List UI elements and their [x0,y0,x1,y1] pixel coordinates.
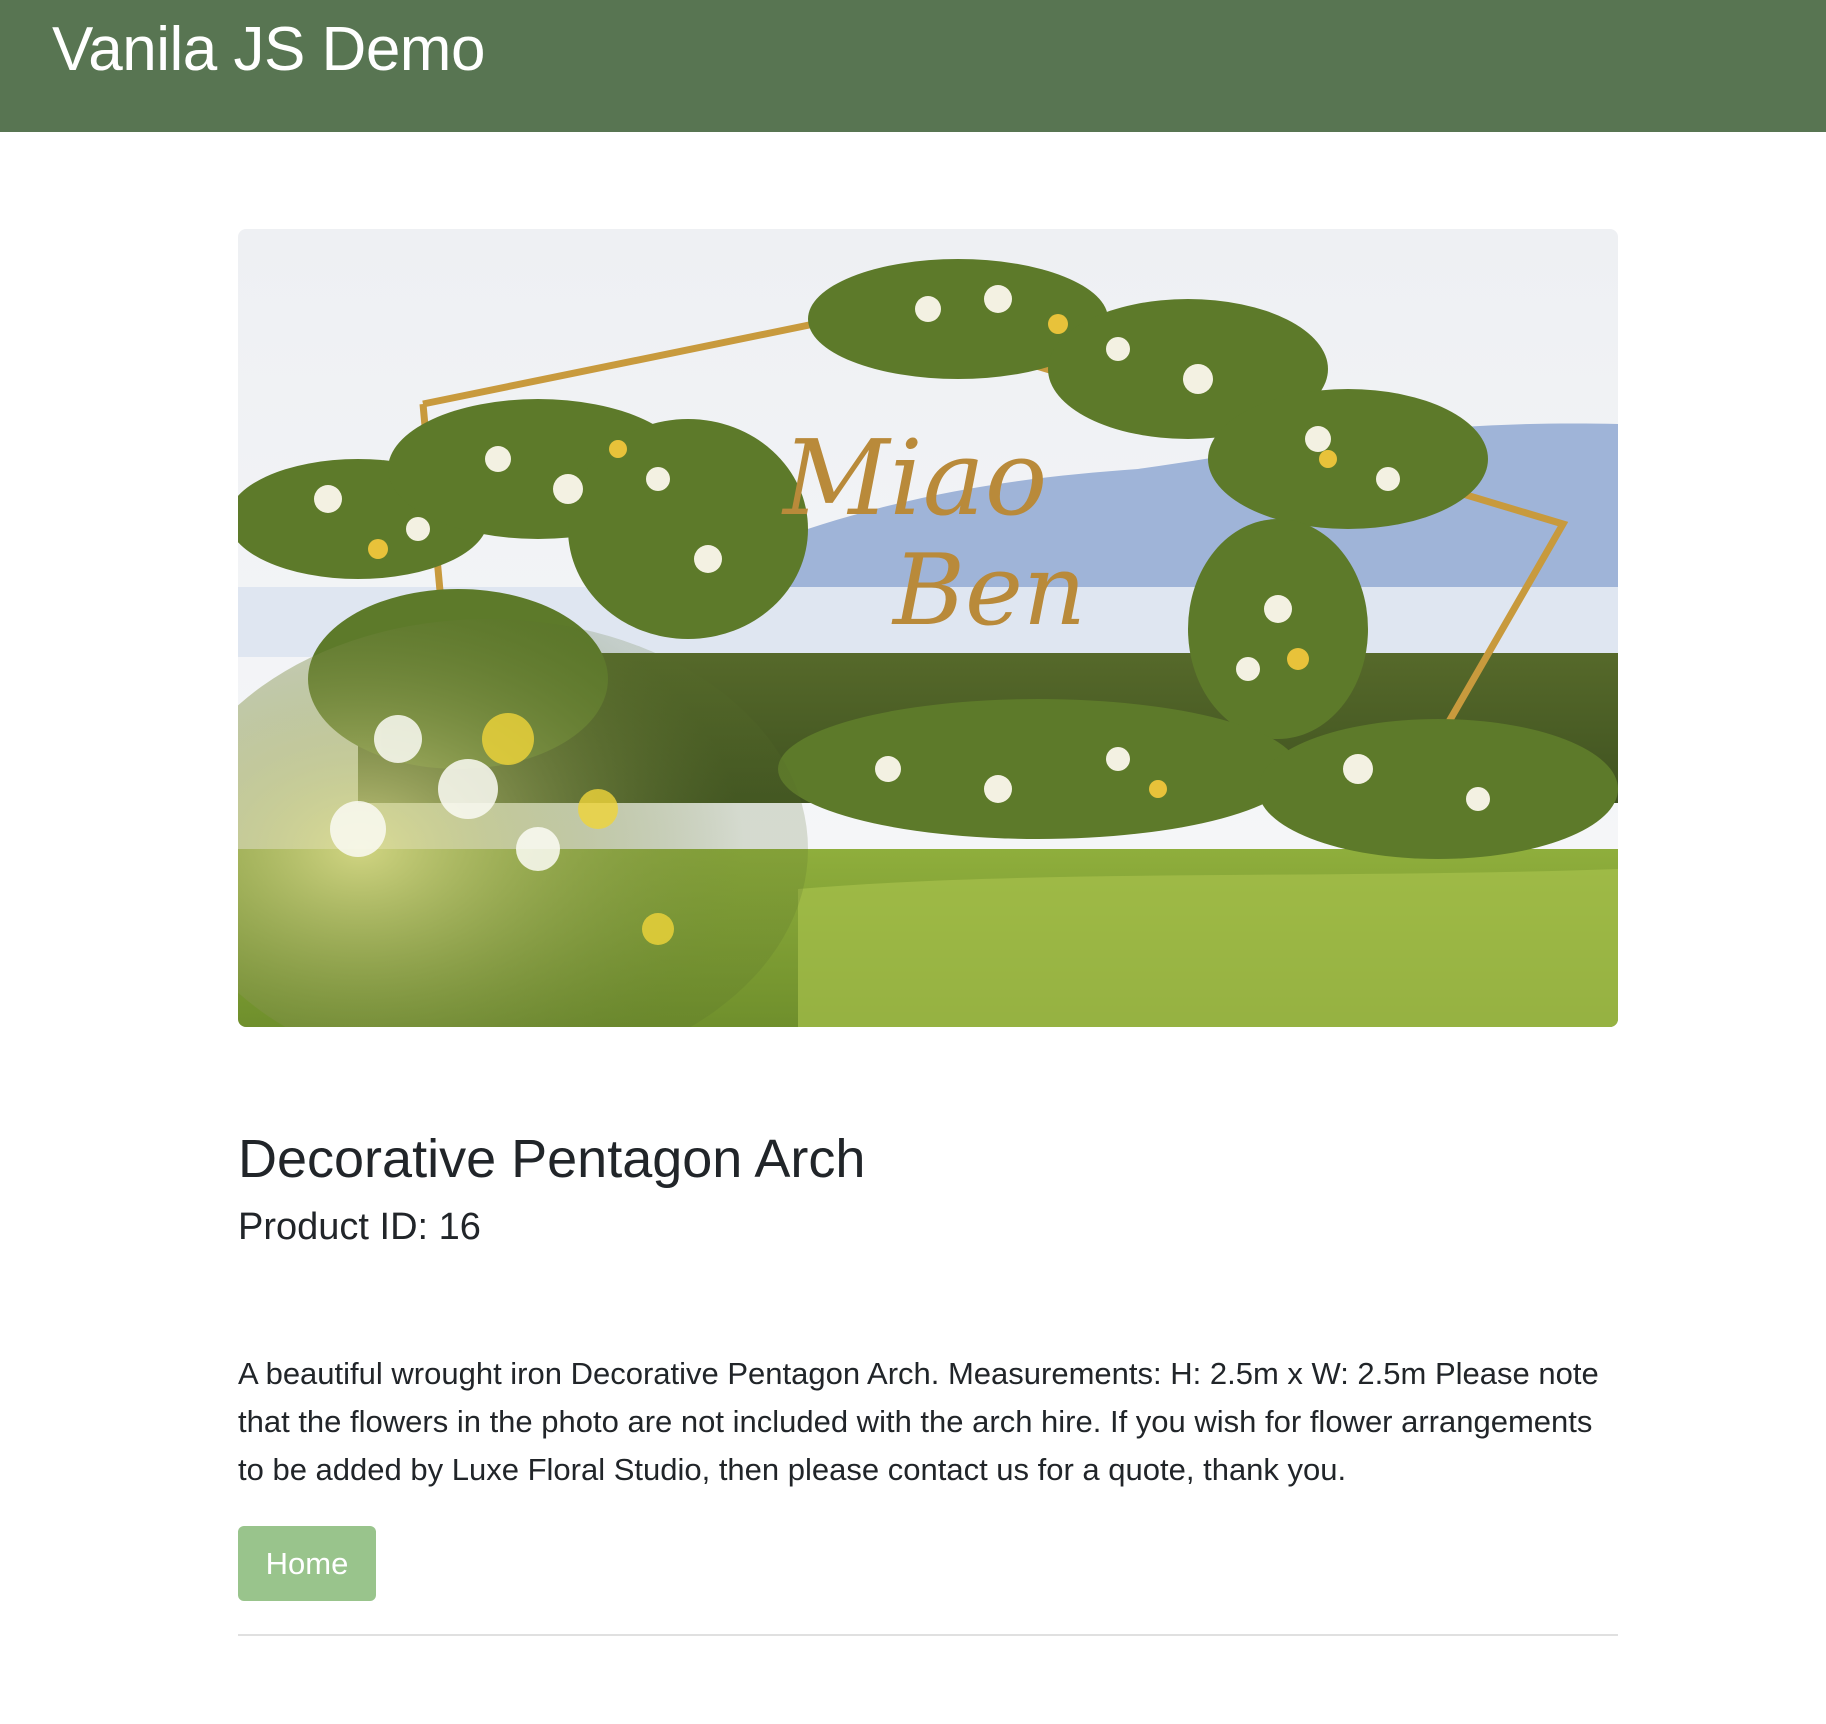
navbar: Vanila JS Demo [0,0,1826,132]
home-button[interactable]: Home [238,1526,376,1601]
navbar-brand[interactable]: Vanila JS Demo [52,12,485,88]
product-image: Miao Ben [238,229,1618,1027]
product-title: Decorative Pentagon Arch [238,1129,866,1189]
divider [238,1634,1618,1636]
product-description: A beautiful wrought iron Decorative Pent… [238,1356,1599,1487]
arch-sign-text-1: Miao [781,417,1047,539]
product-id: Product ID: 16 [238,1206,481,1248]
arch-sign-text-2: Ben [891,534,1086,648]
